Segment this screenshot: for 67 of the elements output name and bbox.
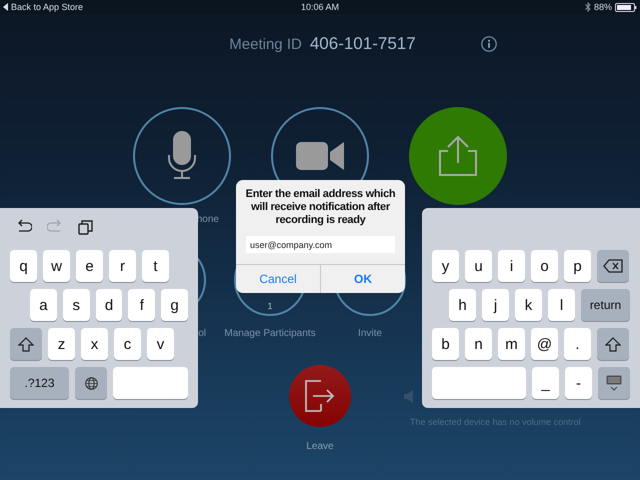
delete-key[interactable] (597, 250, 629, 282)
speaker-icon (404, 390, 414, 403)
key[interactable]: u (465, 250, 492, 282)
leave-label: Leave (306, 441, 334, 452)
key[interactable]: - (565, 367, 592, 399)
globe-key[interactable] (75, 367, 107, 399)
shift-icon (18, 336, 34, 352)
microphone-button[interactable] (133, 107, 231, 205)
key[interactable]: o (531, 250, 558, 282)
battery-icon (615, 2, 637, 12)
key[interactable]: r (109, 250, 136, 282)
shift-key[interactable] (10, 328, 42, 360)
back-link[interactable]: Back to App Store (11, 2, 84, 12)
key[interactable]: d (96, 289, 122, 321)
status-time: 10:06 AM (300, 2, 340, 12)
globe-icon (84, 376, 98, 390)
key[interactable]: h (449, 289, 476, 321)
microphone-icon (167, 131, 197, 181)
key[interactable]: .?123 (10, 367, 69, 399)
key[interactable]: n (465, 328, 492, 360)
key[interactable]: b (432, 328, 459, 360)
key[interactable]: j (482, 289, 509, 321)
key[interactable]: e (76, 250, 103, 282)
key[interactable]: f (128, 289, 156, 321)
key[interactable]: v (147, 328, 174, 360)
cancel-button[interactable]: Cancel (236, 265, 320, 293)
ok-button[interactable]: OK (320, 265, 405, 293)
dialog-title: Enter the email address which will receive notification after recording is ready (244, 187, 396, 227)
meeting-id: 406-101-7517 (310, 34, 416, 54)
key[interactable]: . (564, 328, 591, 360)
video-camera-icon (296, 142, 344, 170)
meeting-id-label: Meeting ID (229, 36, 302, 52)
key[interactable]: _ (532, 367, 559, 399)
hide-keyboard-key[interactable] (598, 367, 630, 399)
key[interactable]: q (10, 250, 37, 282)
key[interactable]: m (498, 328, 525, 360)
key[interactable]: z (48, 328, 75, 360)
battery-percent: 88% (594, 2, 612, 12)
delete-icon (603, 259, 623, 273)
control-label: ol (198, 328, 206, 339)
email-field[interactable]: user@company.com (246, 236, 395, 253)
key[interactable]: x (81, 328, 108, 360)
keyboard-dismiss-icon (606, 375, 622, 391)
shift-key[interactable] (597, 328, 629, 360)
key[interactable]: k (515, 289, 542, 321)
control-label: Manage Participants (224, 328, 316, 339)
key[interactable]: y (432, 250, 459, 282)
shift-icon (605, 336, 621, 352)
key[interactable]: p (564, 250, 591, 282)
key[interactable]: a (30, 289, 57, 321)
key[interactable]: @ (531, 328, 558, 360)
key[interactable]: i (498, 250, 525, 282)
key[interactable]: l (548, 289, 575, 321)
info-icon[interactable] (480, 36, 497, 52)
key[interactable]: return (581, 289, 630, 321)
key[interactable]: w (43, 250, 70, 282)
back-icon[interactable] (3, 3, 8, 11)
key[interactable]: t (142, 250, 169, 282)
share-icon (436, 135, 480, 177)
participant-count: 1 (267, 301, 272, 311)
key[interactable]: c (114, 328, 141, 360)
key[interactable]: g (161, 289, 188, 321)
bluetooth-icon (584, 2, 591, 12)
key[interactable]: s (62, 289, 90, 321)
exit-icon (305, 380, 335, 412)
clipboard-icon[interactable] (78, 219, 94, 235)
control-label: Invite (358, 328, 382, 339)
